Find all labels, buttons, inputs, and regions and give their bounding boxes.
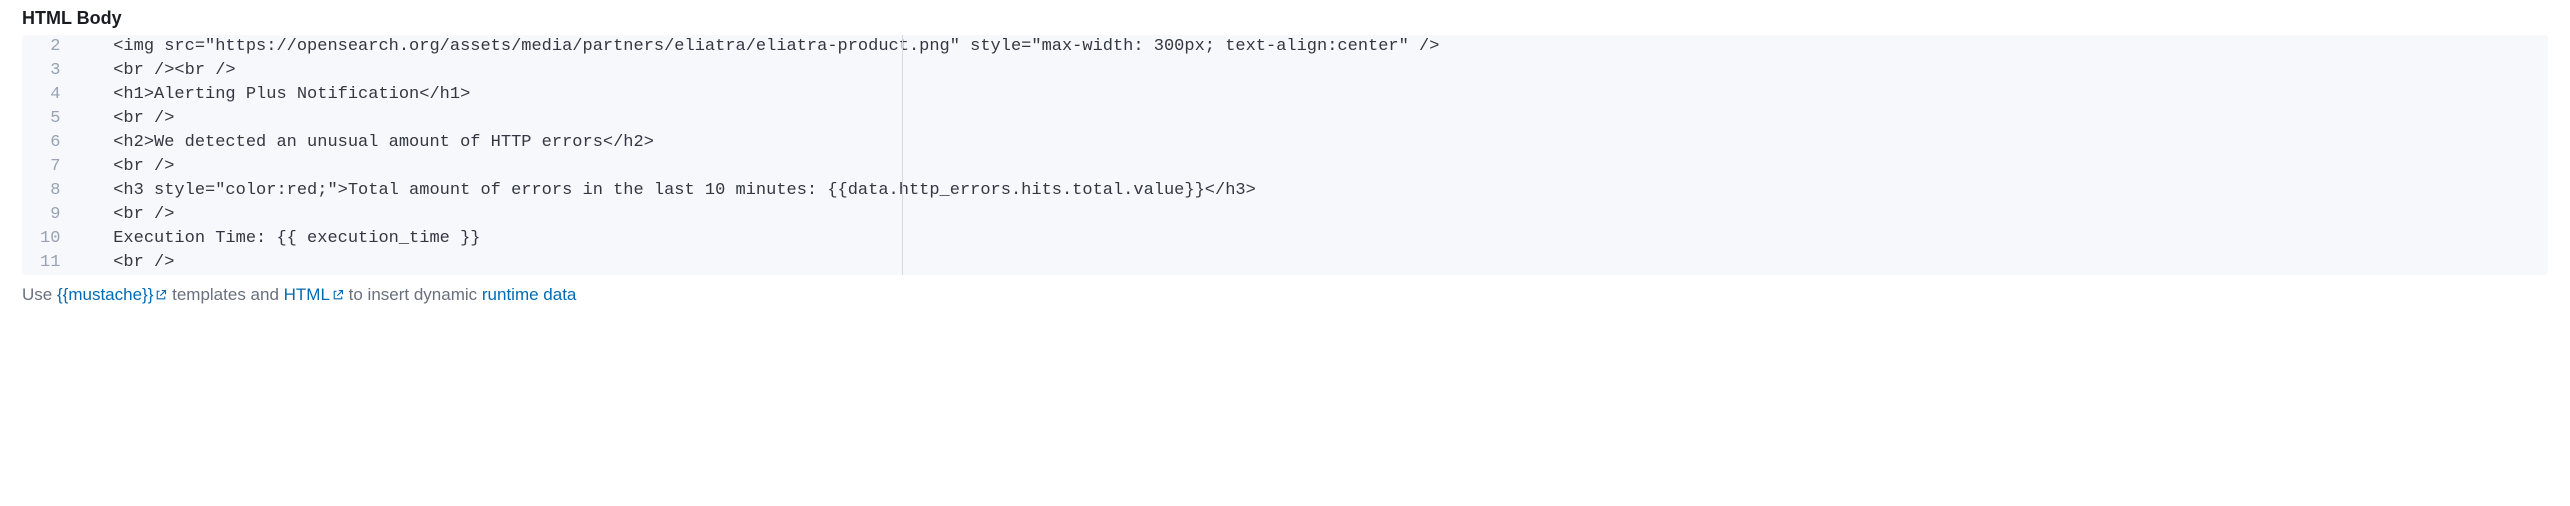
- external-link-icon: [332, 289, 344, 301]
- line-number: 10: [22, 227, 72, 251]
- runtime-data-link[interactable]: runtime data: [482, 285, 577, 304]
- code-content[interactable]: <h2>We detected an unusual amount of HTT…: [72, 131, 2548, 155]
- code-content[interactable]: <img src="https://opensearch.org/assets/…: [72, 35, 2548, 59]
- line-number: 8: [22, 179, 72, 203]
- code-content[interactable]: <br />: [72, 107, 2548, 131]
- code-editor[interactable]: 2 <img src="https://opensearch.org/asset…: [22, 35, 2548, 275]
- help-text-prefix: Use: [22, 285, 57, 304]
- code-content[interactable]: <h3 style="color:red;">Total amount of e…: [72, 179, 2548, 203]
- code-content[interactable]: Execution Time: {{ execution_time }}: [72, 227, 2548, 251]
- code-line[interactable]: 8 <h3 style="color:red;">Total amount of…: [22, 179, 2548, 203]
- code-content[interactable]: <h1>Alerting Plus Notification</h1>: [72, 83, 2548, 107]
- code-content[interactable]: <br />: [72, 251, 2548, 275]
- mustache-link[interactable]: {{mustache}}: [57, 285, 167, 304]
- code-line[interactable]: 10 Execution Time: {{ execution_time }}: [22, 227, 2548, 251]
- line-number: 11: [22, 251, 72, 275]
- field-label-html-body: HTML Body: [0, 0, 2570, 35]
- line-number: 7: [22, 155, 72, 179]
- help-text: Use {{mustache}} templates and HTML to i…: [0, 275, 2570, 305]
- code-line[interactable]: 5 <br />: [22, 107, 2548, 131]
- line-number: 5: [22, 107, 72, 131]
- code-line[interactable]: 3 <br /><br />: [22, 59, 2548, 83]
- code-line[interactable]: 4 <h1>Alerting Plus Notification</h1>: [22, 83, 2548, 107]
- code-content[interactable]: <br /><br />: [72, 59, 2548, 83]
- editor-ruler: [902, 35, 903, 275]
- line-number: 6: [22, 131, 72, 155]
- code-line[interactable]: 2 <img src="https://opensearch.org/asset…: [22, 35, 2548, 59]
- code-line[interactable]: 6 <h2>We detected an unusual amount of H…: [22, 131, 2548, 155]
- code-line[interactable]: 11 <br />: [22, 251, 2548, 275]
- external-link-icon: [155, 289, 167, 301]
- code-content[interactable]: <br />: [72, 155, 2548, 179]
- line-number: 9: [22, 203, 72, 227]
- code-line[interactable]: 7 <br />: [22, 155, 2548, 179]
- code-content[interactable]: <br />: [72, 203, 2548, 227]
- line-number: 4: [22, 83, 72, 107]
- code-line[interactable]: 9 <br />: [22, 203, 2548, 227]
- help-text-mid1: templates and: [167, 285, 283, 304]
- line-number: 2: [22, 35, 72, 59]
- html-link[interactable]: HTML: [284, 285, 344, 304]
- line-number: 3: [22, 59, 72, 83]
- help-text-mid2: to insert dynamic: [344, 285, 482, 304]
